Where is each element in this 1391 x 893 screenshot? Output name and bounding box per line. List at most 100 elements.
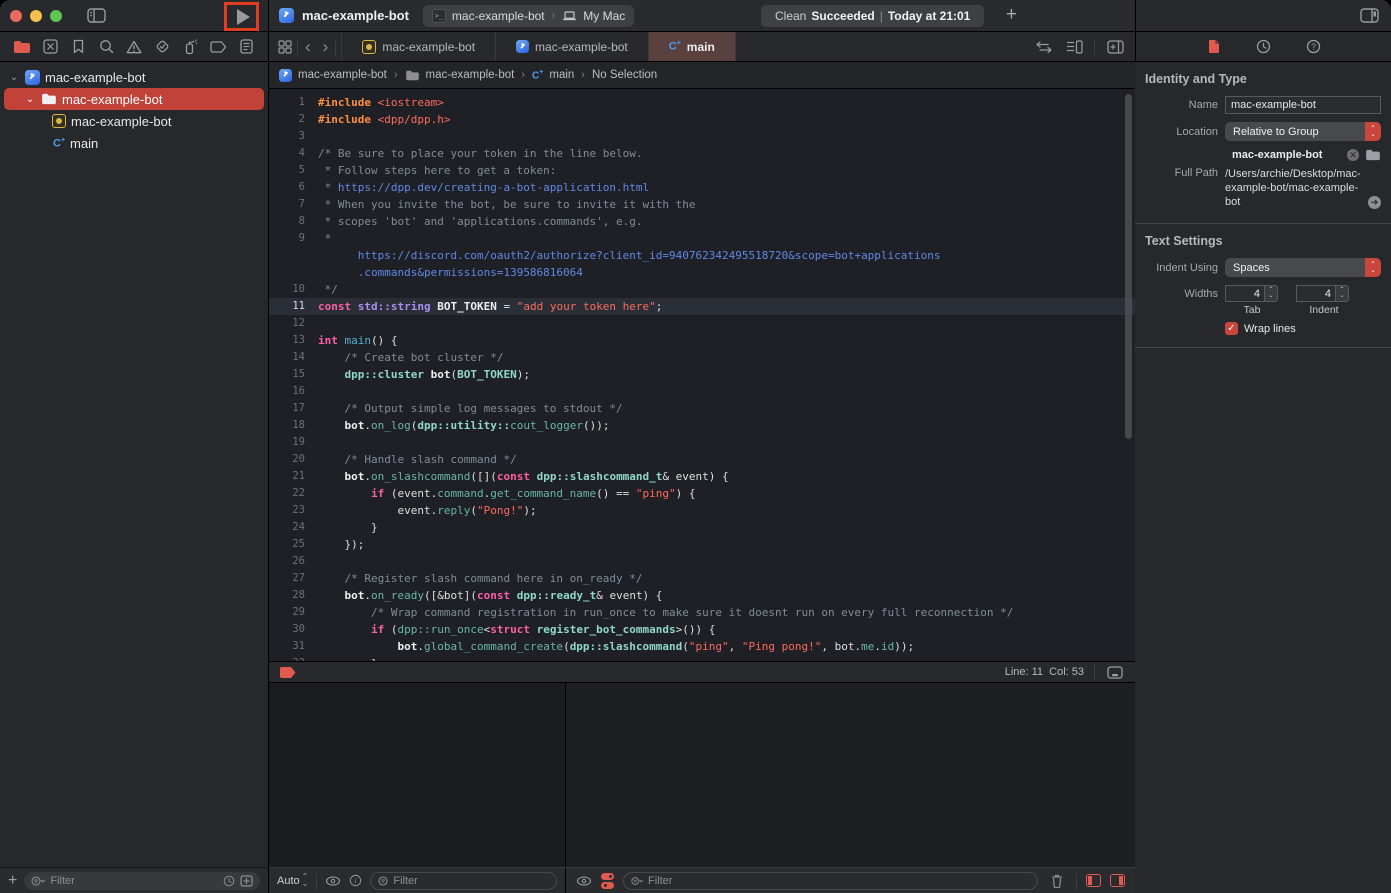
code-line[interactable]: 2#include <dpp/dpp.h> xyxy=(269,111,1135,128)
scheme-selector[interactable]: >_ mac-example-bot › My Mac xyxy=(423,5,634,27)
code-line[interactable]: 24 } xyxy=(269,519,1135,536)
tab-mac-example-bot-target[interactable]: mac-example-bot xyxy=(341,32,496,61)
code-line[interactable]: 17 /* Output simple log messages to stdo… xyxy=(269,400,1135,417)
code-line[interactable]: 4/* Be sure to place your token in the l… xyxy=(269,145,1135,162)
tab-width-field[interactable]: 4 xyxy=(1225,285,1265,302)
go-forward-button[interactable]: › xyxy=(318,38,334,55)
history-inspector-icon[interactable] xyxy=(1254,37,1274,57)
code-line[interactable]: 30 if (dpp::run_once<struct register_bot… xyxy=(269,621,1135,638)
tree-item-project[interactable]: ⌄ mac-example-bot xyxy=(0,66,268,88)
code-line[interactable]: https://discord.com/oauth2/authorize?cli… xyxy=(269,247,1135,264)
find-navigator-icon[interactable] xyxy=(96,37,116,57)
code-editor[interactable]: 1#include <iostream>2#include <dpp/dpp.h… xyxy=(269,89,1135,661)
code-line[interactable]: 29 /* Wrap command registration in run_o… xyxy=(269,604,1135,621)
tab-width-stepper[interactable]: ⌃⌄ xyxy=(1265,285,1278,302)
console-eye-icon[interactable] xyxy=(576,876,592,886)
report-navigator-icon[interactable] xyxy=(236,37,256,57)
source-control-filter-icon[interactable] xyxy=(240,875,253,887)
name-field[interactable]: mac-example-bot xyxy=(1225,96,1381,114)
code-line[interactable]: 25 }); xyxy=(269,536,1135,553)
run-destination[interactable]: My Mac xyxy=(583,9,625,23)
code-line[interactable]: 10 */ xyxy=(269,281,1135,298)
crumb-group[interactable]: mac-example-bot xyxy=(426,69,515,81)
code-line[interactable]: 3 xyxy=(269,128,1135,145)
code-line[interactable]: 18 bot.on_log(dpp::utility::cout_logger(… xyxy=(269,417,1135,434)
breakpoint-navigator-icon[interactable] xyxy=(208,37,228,57)
breakpoints-toggle-icon[interactable] xyxy=(279,666,297,679)
library-add-button[interactable]: + xyxy=(1006,4,1017,26)
crumb-file[interactable]: main xyxy=(549,69,574,81)
editor-scrollbar[interactable] xyxy=(1125,94,1132,439)
tab-main[interactable]: C+ main xyxy=(648,32,736,61)
variables-view[interactable] xyxy=(269,683,566,867)
toggle-variables-view-icon[interactable] xyxy=(1086,874,1101,887)
code-line[interactable]: 15 dpp::cluster bot(BOT_TOKEN); xyxy=(269,366,1135,383)
code-line[interactable]: 5 * Follow steps here to get a token: xyxy=(269,162,1135,179)
zoom-window-button[interactable] xyxy=(50,10,62,22)
tree-item-target[interactable]: mac-example-bot xyxy=(0,110,268,132)
crumb-project[interactable]: mac-example-bot xyxy=(298,69,387,81)
quick-help-inspector-icon[interactable]: ? xyxy=(1304,37,1324,57)
close-window-button[interactable] xyxy=(10,10,22,22)
variables-scope-dropdown[interactable]: Auto ⌃⌄ xyxy=(277,874,308,887)
navigator-filter-field[interactable]: Filter xyxy=(24,872,260,890)
code-line[interactable]: 28 bot.on_ready([&bot](const dpp::ready_… xyxy=(269,587,1135,604)
recent-files-icon[interactable] xyxy=(223,875,235,887)
code-line[interactable]: 23 event.reply("Pong!"); xyxy=(269,502,1135,519)
console-view[interactable] xyxy=(566,683,1135,867)
source-control-navigator-icon[interactable] xyxy=(40,37,60,57)
code-line[interactable]: 7 * When you invite the bot, be sure to … xyxy=(269,196,1135,213)
disclosure-triangle-icon[interactable]: ⌄ xyxy=(8,72,20,83)
code-line[interactable]: 8 * scopes 'bot' and 'applications.comma… xyxy=(269,213,1135,230)
code-line[interactable]: 19 xyxy=(269,434,1135,451)
code-line[interactable]: 14 /* Create bot cluster */ xyxy=(269,349,1135,366)
disclosure-triangle-icon[interactable]: ⌄ xyxy=(24,94,36,105)
debug-navigator-icon[interactable] xyxy=(180,37,200,57)
run-button[interactable] xyxy=(237,9,250,25)
wrap-lines-checkbox[interactable]: ✓ xyxy=(1225,322,1238,335)
go-back-button[interactable]: ‹ xyxy=(300,38,316,55)
tab-mac-example-bot-project[interactable]: mac-example-bot xyxy=(495,32,649,61)
file-inspector-icon[interactable] xyxy=(1204,37,1224,57)
toggle-inspector-icon[interactable] xyxy=(1359,6,1379,26)
indent-width-field[interactable]: 4 xyxy=(1296,285,1336,302)
related-items-icon[interactable] xyxy=(275,37,295,57)
test-navigator-icon[interactable] xyxy=(152,37,172,57)
code-line[interactable]: 27 /* Register slash command here in on_… xyxy=(269,570,1135,587)
variables-filter-field[interactable]: Filter xyxy=(370,872,557,890)
editor-only-icon[interactable] xyxy=(1105,662,1125,682)
location-dropdown[interactable]: Relative to Group ⌃⌄ xyxy=(1225,122,1381,141)
code-line[interactable]: 9 * xyxy=(269,230,1135,247)
code-review-icon[interactable] xyxy=(1034,37,1054,57)
code-line[interactable]: 1#include <iostream> xyxy=(269,94,1135,111)
code-line[interactable]: 13int main() { xyxy=(269,332,1135,349)
minimap-options-icon[interactable] xyxy=(1064,37,1084,57)
code-line[interactable]: 6 * https://dpp.dev/creating-a-bot-appli… xyxy=(269,179,1135,196)
code-line[interactable]: 11const std::string BOT_TOKEN = "add you… xyxy=(269,298,1135,315)
tree-item-main[interactable]: C+ main xyxy=(0,132,268,154)
add-editor-icon[interactable] xyxy=(1105,37,1125,57)
indent-using-dropdown[interactable]: Spaces ⌃⌄ xyxy=(1225,258,1381,277)
console-filter-field[interactable]: Filter xyxy=(623,872,1038,890)
activity-status[interactable]: Clean Succeeded | Today at 21:01 xyxy=(761,5,984,27)
project-navigator-icon[interactable] xyxy=(12,37,32,57)
tree-item-group-selected[interactable]: ⌄ mac-example-bot xyxy=(4,88,264,110)
breakpoints-stack-icon[interactable] xyxy=(601,873,614,889)
open-in-finder-arrow-icon[interactable]: ➜ xyxy=(1368,196,1381,209)
minimize-window-button[interactable] xyxy=(30,10,42,22)
code-line[interactable]: 32 } xyxy=(269,655,1135,661)
clear-location-icon[interactable]: ✕ xyxy=(1347,149,1359,161)
code-line[interactable]: .commands&permissions=139586816064 xyxy=(269,264,1135,281)
add-file-button[interactable]: + xyxy=(8,872,17,890)
code-line[interactable]: 22 if (event.command.get_command_name() … xyxy=(269,485,1135,502)
info-icon[interactable]: i xyxy=(349,874,362,887)
bookmark-navigator-icon[interactable] xyxy=(68,37,88,57)
code-line[interactable]: 31 bot.global_command_create(dpp::slashc… xyxy=(269,638,1135,655)
toggle-console-view-icon[interactable] xyxy=(1110,874,1125,887)
indent-width-stepper[interactable]: ⌃⌄ xyxy=(1336,285,1349,302)
code-line[interactable]: 21 bot.on_slashcommand([](const dpp::sla… xyxy=(269,468,1135,485)
show-values-eye-icon[interactable] xyxy=(325,876,341,886)
code-line[interactable]: 20 /* Handle slash command */ xyxy=(269,451,1135,468)
issue-navigator-icon[interactable] xyxy=(124,37,144,57)
toggle-navigator-icon[interactable] xyxy=(86,6,106,26)
